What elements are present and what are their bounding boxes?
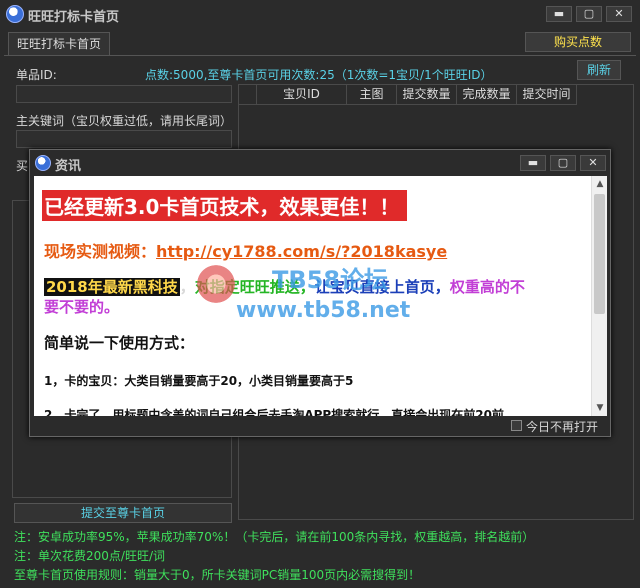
dialog-logo-icon [35,155,51,171]
app-logo-icon [6,5,24,23]
col-submit-time[interactable]: 提交时间 [517,85,577,105]
dialog-scrollbar[interactable]: ▲ ▼ [591,176,607,416]
title-bar: 旺旺打标卡首页 ▬ ▢ ✕ [0,0,640,28]
text-purple: 权重高的不 [449,278,525,296]
video-label: 现场实测视频： [44,242,157,261]
submit-button[interactable]: 提交至尊卡首页 [14,503,232,523]
partial-label: 买 [16,159,29,173]
black-tech-row2: 要不要的。 [44,298,120,316]
scroll-thumb[interactable] [594,194,605,314]
maximize-button[interactable]: ▢ [576,6,602,22]
tab-main[interactable]: 旺旺打标卡首页 [8,32,111,56]
col-product-id[interactable]: 宝贝ID [257,85,347,105]
points-info: 点数:5000,至尊卡首页可用次数:25（1次数=1宝贝/1个旺旺ID） [145,68,493,82]
scroll-down-icon[interactable]: ▼ [592,400,607,416]
watermark-logo-icon [194,262,238,306]
video-link[interactable]: http://cy1788.com/s/?2018kasye [156,242,447,261]
table-header: 宝贝ID 主图 提交数量 完成数量 提交时间 [239,85,633,105]
step-2: 2，卡完了，用标题中含盖的词自己组合后去手淘APP搜索就行，直接会出现在前20前 [44,408,504,416]
note-rules: 至尊卡首页使用规则：销量大于0，所卡关键词PC销量100页内必需搜得到！ [14,568,421,582]
minimize-button[interactable]: ▬ [546,6,572,22]
watermark-text: TB58论坛 [272,266,389,294]
close-button[interactable]: ✕ [606,6,632,22]
video-row: 现场实测视频：http://cy1788.com/s/?2018kasye [44,238,447,262]
dont-show-label: 今日不再打开 [526,420,599,434]
scroll-up-icon[interactable]: ▲ [592,176,607,192]
dialog-title: 资讯 [55,159,82,174]
window-title: 旺旺打标卡首页 [28,10,120,25]
product-id-label: 单品ID: [16,68,57,82]
keyword-input[interactable] [16,130,232,148]
dont-show-checkbox[interactable] [511,420,522,431]
col-done-qty[interactable]: 完成数量 [457,85,517,105]
product-id-input[interactable] [16,85,232,103]
col-main-image[interactable]: 主图 [347,85,397,105]
tab-divider [4,55,636,56]
dialog-minimize-button[interactable]: ▬ [520,155,546,171]
comma: ， [179,278,195,296]
black-tech-highlight: 2018年最新黑科技 [44,278,180,296]
col-submit-qty[interactable]: 提交数量 [397,85,457,105]
dialog-content: 已经更新3.0卡首页技术，效果更佳！！ 现场实测视频：http://cy1788… [34,176,607,416]
usage-title: 简单说一下使用方式： [44,334,195,352]
watermark-url: www.tb58.net [236,298,411,323]
dialog-footer: 今日不再打开 [34,416,607,436]
step-1: 1，卡的宝贝：大类目销量要高于20，小类目销量要高于5 [44,374,354,388]
refresh-button[interactable]: 刷新 [577,60,621,80]
headline: 已经更新3.0卡首页技术，效果更佳！！ [42,190,408,221]
dialog-maximize-button[interactable]: ▢ [550,155,576,171]
buy-points-button[interactable]: 购买点数 [525,32,631,52]
header-blank [239,85,257,105]
note-success-rate: 注：安卓成功率95%，苹果成功率70%！（卡完后，请在前100条内寻找，权重越高… [14,530,535,544]
keyword-label: 主关键词（宝贝权重过低，请用长尾词） [16,114,233,128]
note-cost: 注：单次花费200点/旺旺/词 [14,549,165,563]
dialog-close-button[interactable]: ✕ [580,155,606,171]
